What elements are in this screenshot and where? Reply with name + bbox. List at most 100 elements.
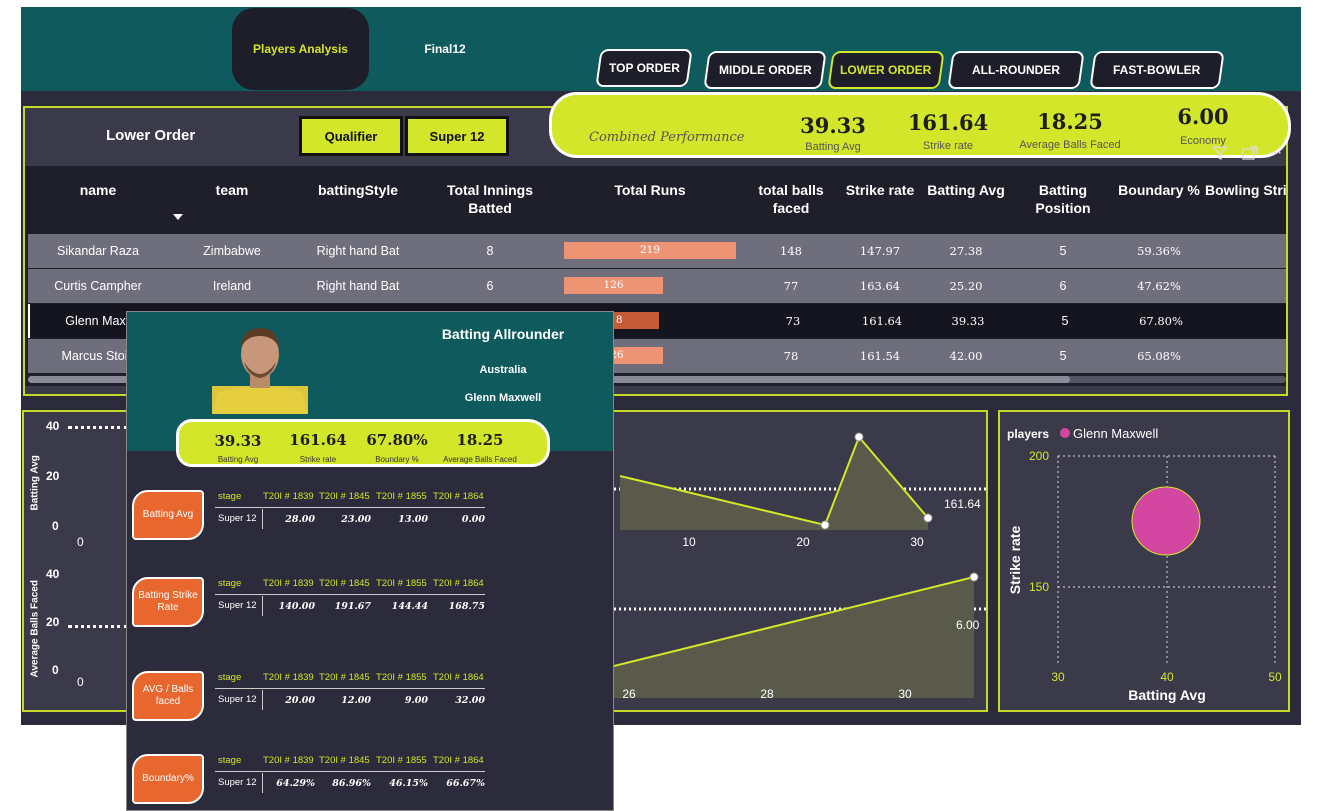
col-header-boundary[interactable]: Boundary % [1113, 181, 1205, 199]
cell-name: Curtis Campher [54, 279, 142, 293]
lower-order-button[interactable]: LOWER ORDER [827, 51, 945, 89]
fast-bowler-button[interactable]: FAST-BOWLER [1089, 51, 1225, 89]
tooltip-kpi-value: 18.25 [456, 431, 504, 449]
col-header-batting-style[interactable]: battingStyle [303, 181, 413, 199]
sort-descending-icon[interactable] [173, 214, 183, 220]
reference-line [68, 625, 128, 628]
col-header-name[interactable]: name [58, 181, 138, 199]
y-tick: 40 [46, 419, 60, 433]
col-header-total-runs[interactable]: Total Runs [600, 181, 700, 199]
col-header-strike-rate[interactable]: Strike rate [838, 181, 922, 199]
match-header: T20I # 1855 [376, 491, 427, 502]
metric-value: 12.00 [341, 695, 371, 706]
match-header: T20I # 1839 [263, 672, 314, 683]
col-header-bowling-strike[interactable]: Bowling Stri [1205, 181, 1287, 199]
stage-value: Super 12 [218, 694, 257, 705]
metric-value: 86.96% [332, 778, 371, 789]
tooltip-kpi-label: Boundary % [375, 455, 419, 464]
x-tick: 26 [622, 687, 636, 701]
x-tick: 30 [1051, 670, 1065, 684]
cell-boundary: 59.36% [1137, 244, 1181, 258]
filter-icon[interactable] [1211, 146, 1229, 160]
table-row[interactable]: Curtis Campher Ireland Right hand Bat 6 77 16… [28, 269, 1286, 303]
runs-bar-label: 126 [603, 279, 624, 291]
series-area [614, 577, 974, 698]
cell-strike-rate: 163.64 [859, 279, 901, 293]
cell-batting-position: 5 [1059, 244, 1067, 258]
cell-boundary: 47.62% [1137, 279, 1181, 293]
col-header-innings[interactable]: Total Innings Batted [430, 181, 550, 217]
y-tick: 20 [46, 615, 60, 629]
stage-header: stage [218, 755, 242, 766]
stage-value: Super 12 [218, 600, 257, 611]
match-header: T20I # 1864 [433, 672, 484, 683]
x-tick: 20 [796, 535, 810, 549]
data-point [923, 513, 933, 523]
y-axis-label-balls-faced: Average Balls Faced [29, 580, 41, 678]
kpi-strike-rate-value: 161.64 [907, 110, 989, 135]
cell-batting-avg: 42.00 [949, 349, 983, 363]
x-tick: 0 [77, 535, 84, 549]
series-area [620, 437, 928, 530]
tooltip-kpi-label: Strike rate [299, 455, 337, 464]
metric-value: 32.00 [455, 695, 485, 706]
top-order-button[interactable]: TOP ORDER [595, 49, 693, 87]
metric-value: 64.29% [276, 778, 315, 789]
middle-order-button[interactable]: MIDDLE ORDER [703, 51, 827, 89]
cell-batting-avg: 39.33 [951, 314, 985, 328]
y-tick: 0 [52, 519, 59, 533]
cell-name: Sikandar Raza [57, 244, 139, 258]
divider [215, 507, 485, 508]
all-rounder-button[interactable]: ALL-ROUNDER [947, 51, 1085, 89]
stage-value: Super 12 [218, 777, 257, 788]
cell-strike-rate: 161.64 [861, 314, 903, 328]
col-header-balls-faced[interactable]: total balls faced [745, 181, 837, 217]
metric-pill: Boundary% [132, 754, 204, 804]
metric-value: 168.75 [448, 601, 485, 612]
data-point [820, 520, 830, 530]
runs-bar: 126 [564, 277, 663, 294]
super12-button[interactable]: Super 12 [405, 116, 509, 156]
x-tick: 30 [898, 687, 912, 701]
data-point [969, 572, 979, 582]
legend-label: Glenn Maxwell [1073, 426, 1158, 441]
tab-players-analysis-label: Players Analysis [253, 42, 348, 56]
focus-mode-icon[interactable] [1242, 146, 1258, 160]
more-options-icon[interactable]: ⋯ [1268, 144, 1282, 161]
x-tick: 50 [1268, 670, 1282, 684]
divider [215, 688, 485, 689]
kpi-balls-faced-value: 18.25 [1037, 109, 1103, 134]
cell-batting-style: Right hand Bat [316, 244, 400, 258]
metric-value: 0.00 [461, 514, 485, 525]
tooltip-kpi-value: 161.64 [289, 431, 347, 449]
col-header-team[interactable]: team [192, 181, 272, 199]
col-header-batting-position[interactable]: Batting Position [1023, 181, 1103, 217]
metric-value: 46.15% [389, 778, 428, 789]
metric-pill: Batting Strike Rate [132, 577, 204, 627]
match-header: T20I # 1864 [433, 491, 484, 502]
metric-value: 66.67% [446, 778, 485, 789]
match-header: T20I # 1864 [433, 755, 484, 766]
reference-label: 6.00 [956, 618, 980, 632]
kpi-economy-value: 6.00 [1177, 104, 1229, 129]
x-tick: 40 [1160, 670, 1174, 684]
cell-balls-faced: 73 [785, 314, 801, 328]
metric-value: 9.00 [404, 695, 428, 706]
y-tick: 0 [52, 663, 59, 677]
y-tick: 40 [46, 567, 60, 581]
col-header-batting-avg[interactable]: Batting Avg [922, 181, 1010, 199]
cell-batting-position: 6 [1059, 279, 1067, 293]
qualifier-button[interactable]: Qualifier [299, 116, 403, 156]
runs-bar-label: 219 [639, 244, 661, 256]
y-tick: 20 [46, 469, 60, 483]
table-row[interactable]: Sikandar Raza Zimbabwe Right hand Bat 8 148 1… [28, 234, 1286, 268]
kpi-batting-avg-label: Batting Avg [805, 141, 861, 153]
combined-performance-label: Combined Performance [589, 130, 745, 145]
tooltip-kpi-label: Batting Avg [217, 455, 259, 464]
tab-final12[interactable]: Final12 [410, 42, 480, 56]
player-photo [212, 318, 308, 414]
y-tick: 150 [1029, 580, 1049, 594]
kpi-balls-faced-label: Average Balls Faced [1019, 139, 1121, 151]
metric-value: 20.00 [285, 695, 315, 706]
x-tick: 10 [682, 535, 696, 549]
